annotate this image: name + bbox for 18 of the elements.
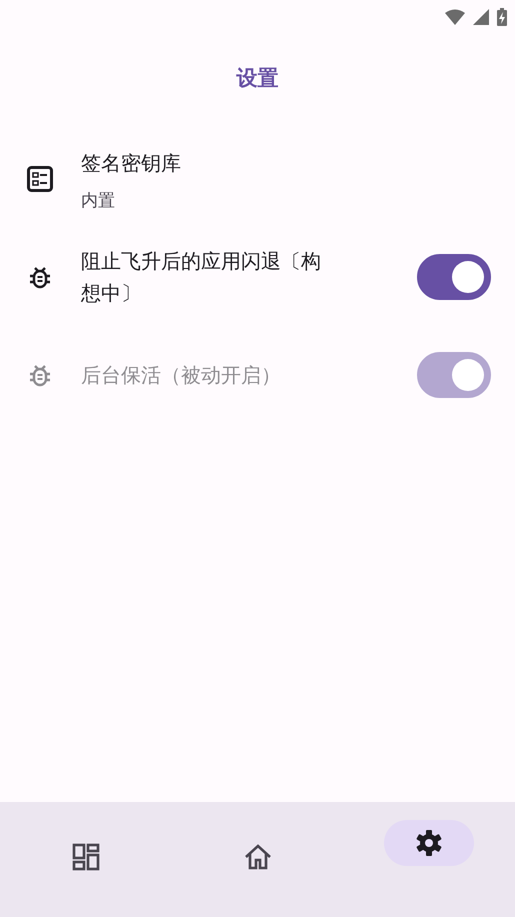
wifi-icon — [445, 9, 465, 25]
page-title: 设置 — [236, 65, 278, 92]
settings-icon — [415, 829, 444, 857]
home-icon — [244, 844, 272, 870]
dashboard-icon — [72, 843, 100, 871]
setting-title: 签名密钥库 — [81, 150, 182, 176]
signal-icon — [473, 9, 489, 25]
bug-icon — [27, 264, 53, 290]
setting-item[interactable]: 阻止飞升后的应用闪退〔构想中〕 — [0, 234, 515, 320]
settings-tab[interactable] — [384, 820, 474, 866]
setting-title: 后台保活（被动开启） — [81, 362, 282, 389]
list-card-icon — [27, 166, 53, 192]
setting-title: 阻止飞升后的应用闪退〔构想中〕 — [81, 248, 322, 307]
bug-icon — [27, 362, 53, 388]
setting-subtitle: 内置 — [81, 190, 116, 212]
battery-icon — [497, 8, 507, 26]
toggle-switch[interactable] — [417, 254, 491, 300]
setting-item[interactable]: 签名密钥库 内置 — [0, 136, 515, 222]
